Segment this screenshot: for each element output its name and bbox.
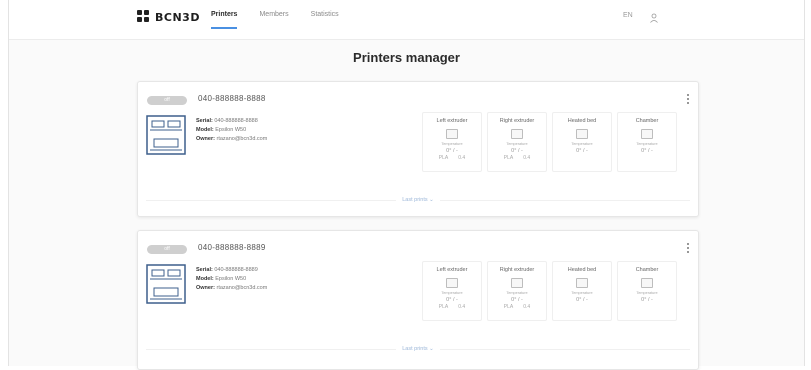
serial-label: Serial:: [196, 267, 213, 273]
material: PLA: [503, 155, 514, 161]
temperature-value: 0° / -: [511, 148, 523, 154]
extruder-icon: [446, 278, 458, 288]
serial-value: 040-888888-8889: [214, 267, 258, 273]
language-selector[interactable]: EN: [623, 12, 633, 19]
last-prints-label: Last prints ⌄: [396, 197, 440, 203]
logo-text: BCN3D: [155, 10, 200, 24]
owner-value: rtazano@bcn3d.com: [216, 285, 268, 291]
material: PLA: [503, 304, 514, 310]
module-title: Left extruder: [436, 118, 468, 124]
owner-label: Owner:: [196, 285, 215, 291]
page-title: Printers manager: [353, 50, 460, 65]
status-badge: off: [147, 245, 187, 254]
printer-id: 040-888888-8889: [198, 243, 266, 252]
more-options-icon[interactable]: [686, 243, 689, 253]
right-extruder-module[interactable]: Right extruder Temperature 0° / - PLA 0.4: [487, 261, 547, 321]
extruder-icon: [511, 278, 523, 288]
temperature-value: 0° / -: [446, 297, 458, 303]
nav-item-members[interactable]: Members: [259, 11, 288, 29]
chamber-module[interactable]: Chamber Temperature 0° / -: [617, 261, 677, 321]
temperature-value: 0° / -: [511, 297, 523, 303]
module-title: Chamber: [635, 118, 659, 124]
printer-card: off 040-888888-8888 Serial: 040-888888-8…: [137, 81, 699, 217]
brand-logo[interactable]: BCN3D: [137, 10, 200, 24]
extruder-icon: [511, 129, 523, 139]
material: PLA: [438, 304, 449, 310]
serial-value: 040-888888-8888: [214, 118, 258, 124]
temperature-value: 0° / -: [641, 297, 653, 303]
temperature-value: 0° / -: [446, 148, 458, 154]
right-extruder-module[interactable]: Right extruder Temperature 0° / - PLA 0.4: [487, 112, 547, 172]
more-options-icon[interactable]: [686, 94, 689, 104]
model-value: Epsilon W50: [215, 276, 247, 282]
printer-image: [146, 115, 186, 155]
nav-item-printers[interactable]: Printers: [211, 11, 238, 29]
user-icon[interactable]: [649, 10, 659, 23]
top-navigation-bar: BCN3D Printers Members Statistics EN: [9, 0, 804, 40]
last-prints-toggle[interactable]: Last prints ⌄: [138, 197, 698, 203]
extruder-icon: [446, 129, 458, 139]
model-value: Epsilon W50: [215, 127, 247, 133]
owner-value: rtazano@bcn3d.com: [216, 136, 268, 142]
temperature-value: 0° / -: [576, 297, 588, 303]
app-window: BCN3D Printers Members Statistics EN Pri…: [8, 0, 805, 370]
temperature-value: 0° / -: [576, 148, 588, 154]
nozzle-size: 0.4: [523, 304, 531, 310]
model-label: Model:: [196, 127, 214, 133]
chamber-icon: [641, 278, 653, 288]
owner-label: Owner:: [196, 136, 215, 142]
nozzle-size: 0.4: [523, 155, 531, 161]
last-prints-toggle[interactable]: Last prints ⌄: [138, 346, 698, 352]
module-title: Heated bed: [567, 118, 597, 124]
nozzle-size: 0.4: [458, 155, 466, 161]
printer-image: [146, 264, 186, 304]
serial-label: Serial:: [196, 118, 213, 124]
printer-modules: Left extruder Temperature 0° / - PLA 0.4 …: [422, 112, 677, 172]
heated-bed-module[interactable]: Heated bed Temperature 0° / -: [552, 261, 612, 321]
nozzle-size: 0.4: [458, 304, 466, 310]
module-title: Left extruder: [436, 267, 468, 273]
main-nav: Printers Members Statistics: [211, 11, 339, 29]
printer-modules: Left extruder Temperature 0° / - PLA 0.4 …: [422, 261, 677, 321]
left-extruder-module[interactable]: Left extruder Temperature 0° / - PLA 0.4: [422, 112, 482, 172]
heated-bed-module[interactable]: Heated bed Temperature 0° / -: [552, 112, 612, 172]
module-title: Chamber: [635, 267, 659, 273]
printer-info: Serial: 040-888888-8889 Model: Epsilon W…: [196, 266, 267, 293]
status-badge: off: [147, 96, 187, 105]
printer-id: 040-888888-8888: [198, 94, 266, 103]
module-title: Right extruder: [499, 267, 535, 273]
printer-info: Serial: 040-888888-8888 Model: Epsilon W…: [196, 117, 267, 144]
nav-item-statistics[interactable]: Statistics: [311, 11, 339, 29]
module-title: Heated bed: [567, 267, 597, 273]
left-extruder-module[interactable]: Left extruder Temperature 0° / - PLA 0.4: [422, 261, 482, 321]
model-label: Model:: [196, 276, 214, 282]
last-prints-label: Last prints ⌄: [396, 346, 440, 352]
chamber-module[interactable]: Chamber Temperature 0° / -: [617, 112, 677, 172]
heated-bed-icon: [576, 129, 588, 139]
material: PLA: [438, 155, 449, 161]
heated-bed-icon: [576, 278, 588, 288]
chamber-icon: [641, 129, 653, 139]
temperature-value: 0° / -: [641, 148, 653, 154]
bcn3d-logo-icon: [137, 10, 151, 24]
printer-card: off 040-888888-8889 Serial: 040-888888-8…: [137, 230, 699, 370]
module-title: Right extruder: [499, 118, 535, 124]
